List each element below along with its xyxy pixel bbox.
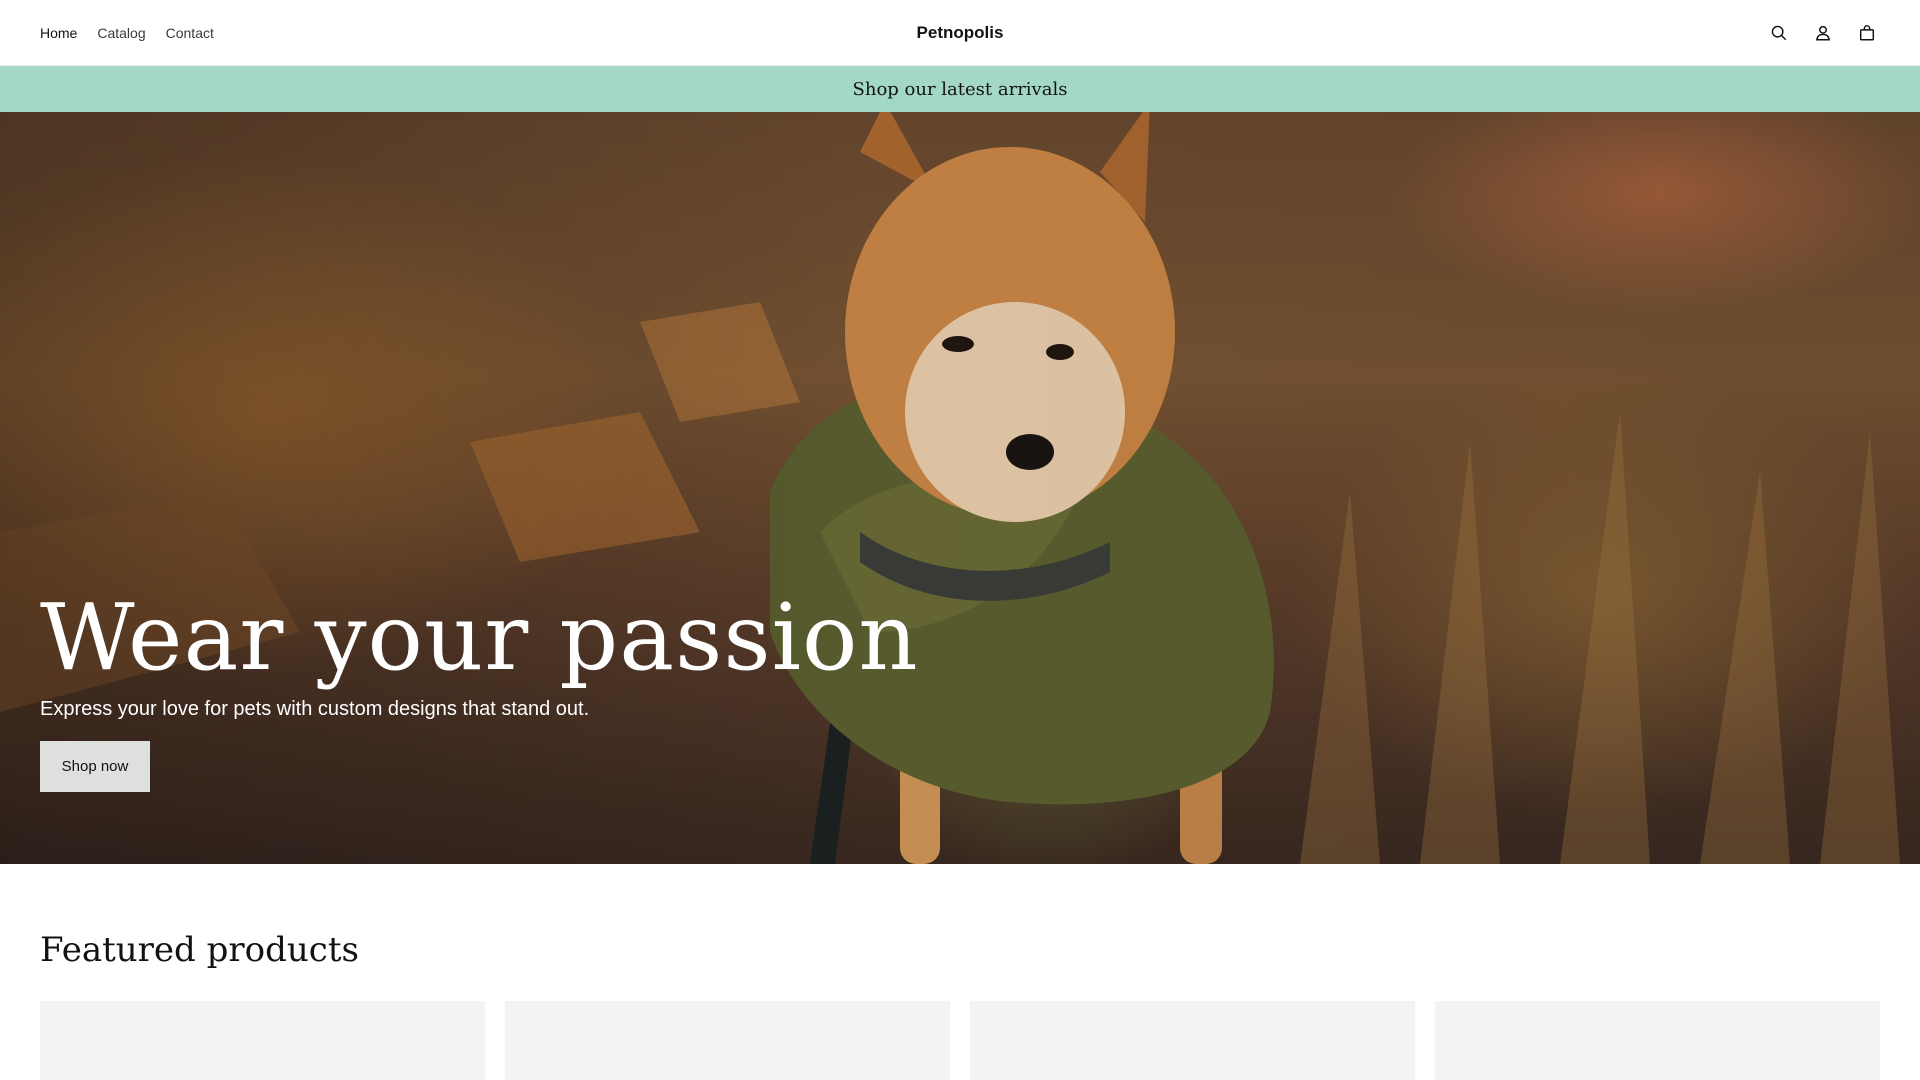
- header-icons: [1766, 0, 1880, 66]
- hero-content: Wear your passion Express your love for …: [40, 592, 919, 792]
- account-icon[interactable]: [1810, 20, 1836, 46]
- product-card[interactable]: [40, 1001, 485, 1080]
- search-icon[interactable]: [1766, 20, 1792, 46]
- hero-banner: Wear your passion Express your love for …: [0, 112, 1920, 864]
- nav-contact-link[interactable]: Contact: [166, 25, 214, 41]
- featured-products-grid: [40, 1001, 1880, 1080]
- shop-now-button[interactable]: Shop now: [40, 741, 150, 792]
- logo-wrapper: Petnopolis: [0, 0, 1920, 66]
- nav-catalog-link[interactable]: Catalog: [97, 25, 145, 41]
- announcement-link[interactable]: Shop our latest arrivals: [853, 79, 1068, 100]
- main-nav: Home Catalog Contact: [40, 0, 214, 66]
- hero-title: Wear your passion: [40, 584, 919, 691]
- product-card[interactable]: [970, 1001, 1415, 1080]
- featured-products-title: Featured products: [40, 930, 359, 970]
- nav-home-link[interactable]: Home: [40, 25, 77, 41]
- announcement-bar: Shop our latest arrivals: [0, 66, 1920, 112]
- product-card[interactable]: [505, 1001, 950, 1080]
- site-logo[interactable]: Petnopolis: [917, 23, 1004, 42]
- product-card[interactable]: [1435, 1001, 1880, 1080]
- site-header: Home Catalog Contact Petnopolis: [0, 0, 1920, 66]
- cart-icon[interactable]: [1854, 20, 1880, 46]
- hero-subtitle: Express your love for pets with custom d…: [40, 698, 590, 720]
